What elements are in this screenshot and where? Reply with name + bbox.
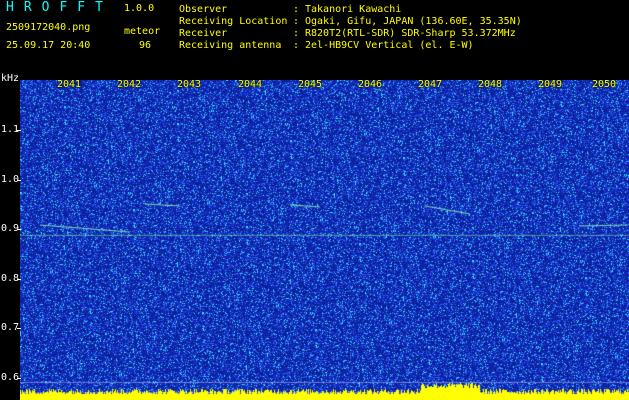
info-sep: : xyxy=(293,4,300,15)
info-sep: : xyxy=(293,16,300,27)
header: HROFFT 1.0.0 2509172040.png 25.09.17 20:… xyxy=(0,0,629,80)
unit-label: kHz xyxy=(1,73,20,84)
info-key: Receiving antenna xyxy=(179,40,282,51)
info-value: Ogaki, Gifu, JAPAN (136.60E, 35.35N) xyxy=(305,16,522,27)
meteor-count: 96 xyxy=(139,40,152,51)
time-label: 2046 xyxy=(357,79,383,90)
info-receiver: Receiver: R820T2(RTL-SDR) SDR-Sharp 53.37… xyxy=(179,28,516,39)
time-label: 2043 xyxy=(176,79,202,90)
app-version: 1.0.0 xyxy=(124,3,155,14)
info-key: Receiving Location xyxy=(179,16,288,27)
info-value: Takanori Kawachi xyxy=(305,4,402,15)
info-sep: : xyxy=(293,40,300,51)
time-label: 2044 xyxy=(237,79,263,90)
time-label: 2045 xyxy=(297,79,323,90)
time-label: 2042 xyxy=(116,79,142,90)
ytick xyxy=(17,378,21,379)
filename: 2509172040.png xyxy=(6,22,91,33)
info-location: Receiving Location: Ogaki, Gifu, JAPAN (1… xyxy=(179,16,522,27)
info-key: Observer xyxy=(179,4,228,15)
ytick xyxy=(17,130,21,131)
time-label: 2047 xyxy=(417,79,443,90)
info-value: R820T2(RTL-SDR) SDR-Sharp 53.372MHz xyxy=(305,28,516,39)
time-label: 2048 xyxy=(477,79,503,90)
info-antenna: Receiving antenna:2el-HB9CV Vertical (el… xyxy=(179,40,474,51)
time-label: 2041 xyxy=(56,79,82,90)
datetime: 25.09.17 20:40 xyxy=(6,40,91,51)
info-value: 2el-HB9CV Vertical (el. E-W) xyxy=(305,40,474,51)
info-key: Receiver xyxy=(179,28,228,39)
app-title: HROFFT xyxy=(6,0,113,15)
ytick xyxy=(17,328,21,329)
ytick xyxy=(17,279,21,280)
ytick xyxy=(17,180,21,181)
time-label: 2050 xyxy=(591,79,617,90)
time-label: 2049 xyxy=(537,79,563,90)
spectrogram xyxy=(20,80,629,400)
info-sep: : xyxy=(293,28,300,39)
info-observer: Observer: Takanori Kawachi xyxy=(179,4,401,15)
meteor-label: meteor xyxy=(124,26,161,37)
ytick xyxy=(17,229,21,230)
